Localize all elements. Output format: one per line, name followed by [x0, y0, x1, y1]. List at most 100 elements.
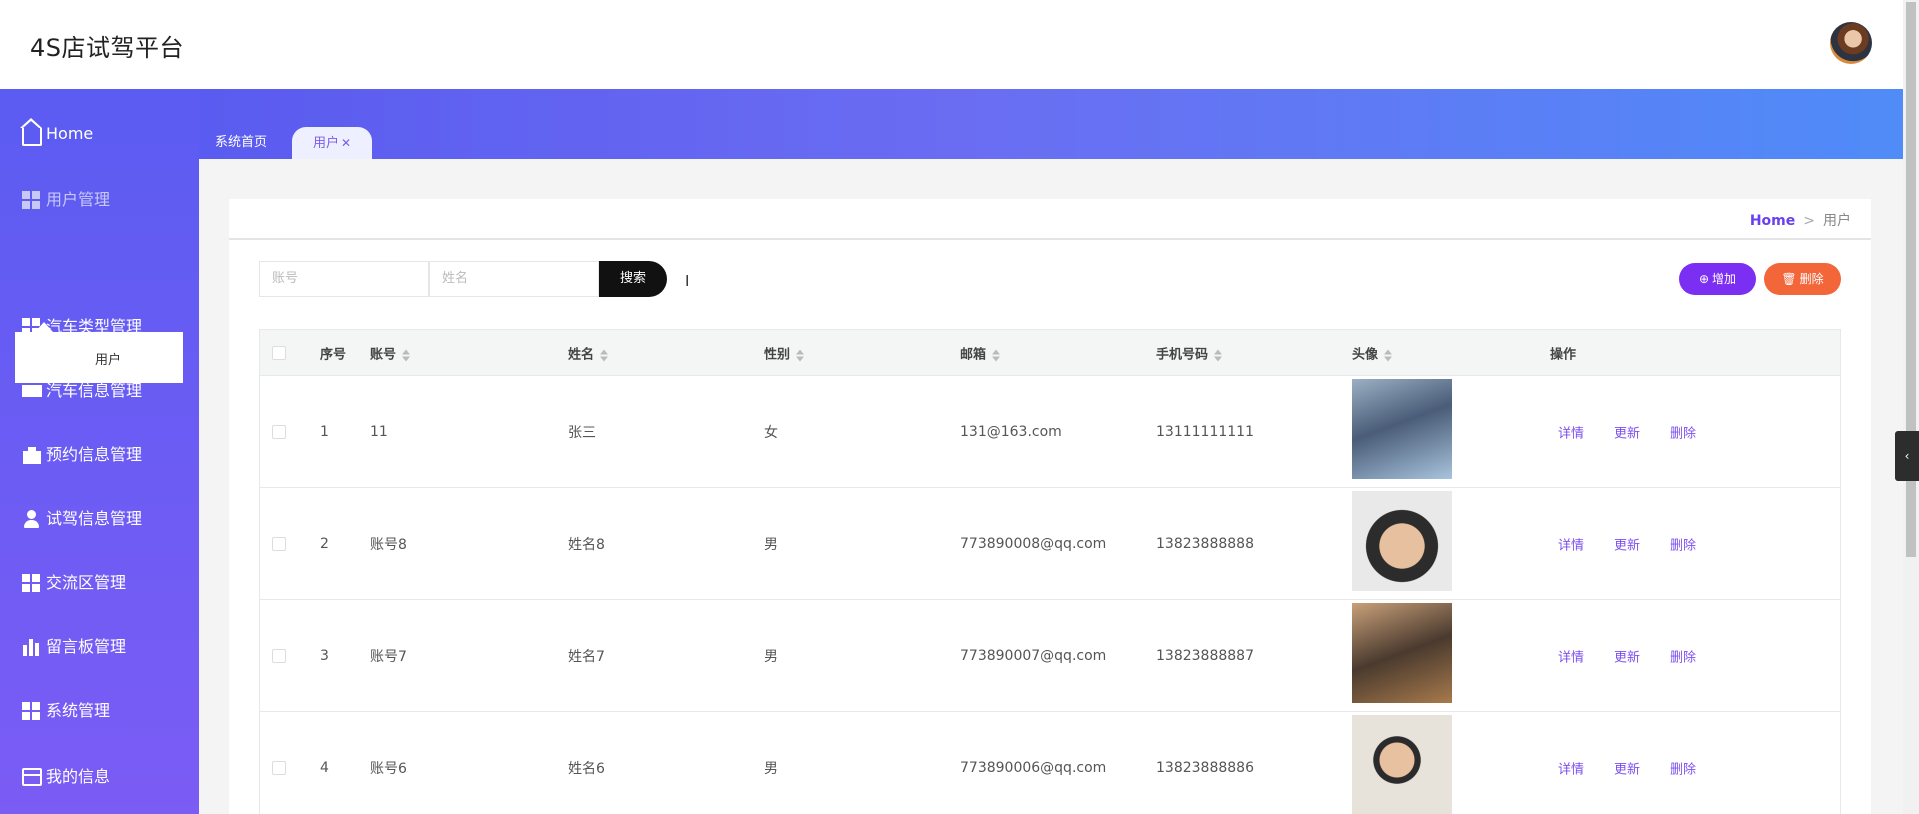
- cell-email: 131@163.com: [960, 423, 1062, 440]
- row-checkbox[interactable]: [272, 536, 286, 551]
- account-search-input[interactable]: 账号: [259, 261, 429, 297]
- tab-home-label: 系统首页: [215, 135, 268, 150]
- sidebar-item-label: 用户管理: [46, 190, 111, 209]
- sidebar-item-test-drive[interactable]: 试驾信息管理: [22, 504, 142, 534]
- detail-link[interactable]: 详情: [1558, 758, 1584, 777]
- app-title: 4S店试驾平台: [30, 34, 185, 62]
- update-link[interactable]: 更新: [1614, 534, 1640, 553]
- cell-phone: 13823888887: [1156, 647, 1254, 664]
- sidebar-item-label: 交流区管理: [46, 573, 127, 592]
- trash-icon: 🗑: [1781, 272, 1797, 286]
- add-button[interactable]: ⊕ 增加: [1679, 263, 1756, 295]
- header-account-label: 账号: [370, 347, 397, 363]
- row-checkbox[interactable]: [272, 424, 286, 439]
- update-link[interactable]: 更新: [1614, 758, 1640, 777]
- delete-button-label: 删除: [1799, 272, 1824, 286]
- cell-index: 2: [320, 535, 329, 552]
- breadcrumb-separator: >: [1803, 213, 1815, 229]
- grid-icon: [22, 191, 42, 209]
- tab-user-label: 用户: [312, 136, 339, 151]
- header-phone-label: 手机号码: [1156, 347, 1209, 363]
- name-search-input[interactable]: 姓名: [429, 261, 599, 297]
- sidebar-item-home[interactable]: Home: [20, 118, 94, 149]
- detail-link[interactable]: 详情: [1558, 646, 1584, 665]
- sidebar-item-label: 留言板管理: [46, 637, 127, 656]
- cell-name: 姓名8: [568, 536, 605, 553]
- cell-phone: 13823888886: [1156, 759, 1254, 776]
- sort-icon[interactable]: [796, 349, 805, 361]
- header-account[interactable]: 账号: [370, 344, 411, 363]
- sidebar-item-forum[interactable]: 交流区管理: [22, 568, 126, 598]
- sidebar-item-my-info[interactable]: 我的信息: [22, 762, 110, 792]
- side-panel-toggle[interactable]: ‹: [1895, 431, 1919, 481]
- header-avatar[interactable]: 头像: [1352, 344, 1393, 363]
- sort-icon[interactable]: [992, 349, 1001, 361]
- sidebar-item-reservation[interactable]: 预约信息管理: [22, 440, 142, 470]
- bar-chart-icon: [22, 638, 42, 656]
- cell-gender: 男: [764, 536, 778, 553]
- briefcase-icon: [22, 446, 42, 464]
- top-header: 4S店试驾平台: [0, 0, 1903, 89]
- cell-name: 张三: [568, 424, 596, 441]
- close-icon[interactable]: ✕: [341, 136, 351, 150]
- vertical-scrollbar[interactable]: [1903, 0, 1919, 814]
- table-row: 1 11 张三 女 131@163.com 13111111111 详情 更新 …: [259, 376, 1841, 488]
- delete-link[interactable]: 删除: [1670, 422, 1696, 441]
- add-button-label: 增加: [1712, 272, 1737, 286]
- update-link[interactable]: 更新: [1614, 422, 1640, 441]
- home-icon: [20, 118, 42, 146]
- sort-icon[interactable]: [1384, 349, 1393, 361]
- search-button[interactable]: 搜索: [599, 261, 667, 297]
- header-gender[interactable]: 性别: [764, 344, 805, 363]
- sidebar-item-label: Home: [46, 124, 94, 143]
- sidebar: Home 用户管理 汽车类型管理 汽车信息管理 预约信息管理 试驾信息管理 交流…: [0, 89, 199, 814]
- delete-link[interactable]: 删除: [1670, 534, 1696, 553]
- sidebar-item-message-board[interactable]: 留言板管理: [22, 632, 126, 662]
- header-name[interactable]: 姓名: [568, 344, 609, 363]
- car-icon: [22, 382, 42, 400]
- cell-account: 账号7: [370, 648, 407, 665]
- cell-gender: 女: [764, 424, 778, 441]
- update-link[interactable]: 更新: [1614, 646, 1640, 665]
- user-avatar[interactable]: [1830, 22, 1872, 64]
- detail-link[interactable]: 详情: [1558, 534, 1584, 553]
- delete-button[interactable]: 🗑 删除: [1764, 263, 1841, 295]
- delete-link[interactable]: 删除: [1670, 646, 1696, 665]
- delete-link[interactable]: 删除: [1670, 758, 1696, 777]
- table-row: 2 账号8 姓名8 男 773890008@qq.com 13823888888…: [259, 488, 1841, 600]
- table-row: 3 账号7 姓名7 男 773890007@qq.com 13823888887…: [259, 600, 1841, 712]
- tab-bar-background: [199, 89, 1903, 159]
- text-cursor-icon: I: [685, 272, 690, 290]
- avatar-photo: [1352, 603, 1452, 703]
- sidebar-item-label: 试驾信息管理: [46, 509, 143, 528]
- header-email[interactable]: 邮箱: [960, 344, 1001, 363]
- sort-icon[interactable]: [402, 349, 411, 361]
- tab-home[interactable]: 系统首页: [201, 127, 281, 159]
- cell-index: 3: [320, 647, 329, 664]
- cell-phone: 13111111111: [1156, 423, 1254, 440]
- user-icon: [22, 510, 42, 528]
- row-checkbox[interactable]: [272, 648, 286, 663]
- sidebar-item-label: 系统管理: [46, 701, 111, 720]
- tab-user[interactable]: 用户 ✕: [292, 127, 372, 159]
- sort-icon[interactable]: [600, 349, 609, 361]
- cell-index: 1: [320, 423, 329, 440]
- cell-account: 账号6: [370, 760, 407, 777]
- cell-name: 姓名6: [568, 760, 605, 777]
- row-checkbox[interactable]: [272, 760, 286, 775]
- cell-email: 773890006@qq.com: [960, 759, 1107, 776]
- card-icon: [22, 768, 42, 786]
- grid-icon: [22, 574, 42, 592]
- sidebar-item-user-management[interactable]: 用户管理: [22, 185, 110, 215]
- avatar-photo: [1352, 491, 1452, 591]
- select-all-checkbox[interactable]: [272, 346, 286, 360]
- submenu-user[interactable]: 用户: [15, 322, 183, 383]
- cell-gender: 男: [764, 648, 778, 665]
- detail-link[interactable]: 详情: [1558, 422, 1584, 441]
- sort-icon[interactable]: [1214, 349, 1223, 361]
- breadcrumb-home[interactable]: Home: [1750, 213, 1795, 229]
- sidebar-item-system[interactable]: 系统管理: [22, 696, 110, 726]
- table-row: 4 账号6 姓名6 男 773890006@qq.com 13823888886…: [259, 712, 1841, 814]
- breadcrumb-current: 用户: [1823, 213, 1851, 229]
- header-phone[interactable]: 手机号码: [1156, 344, 1223, 363]
